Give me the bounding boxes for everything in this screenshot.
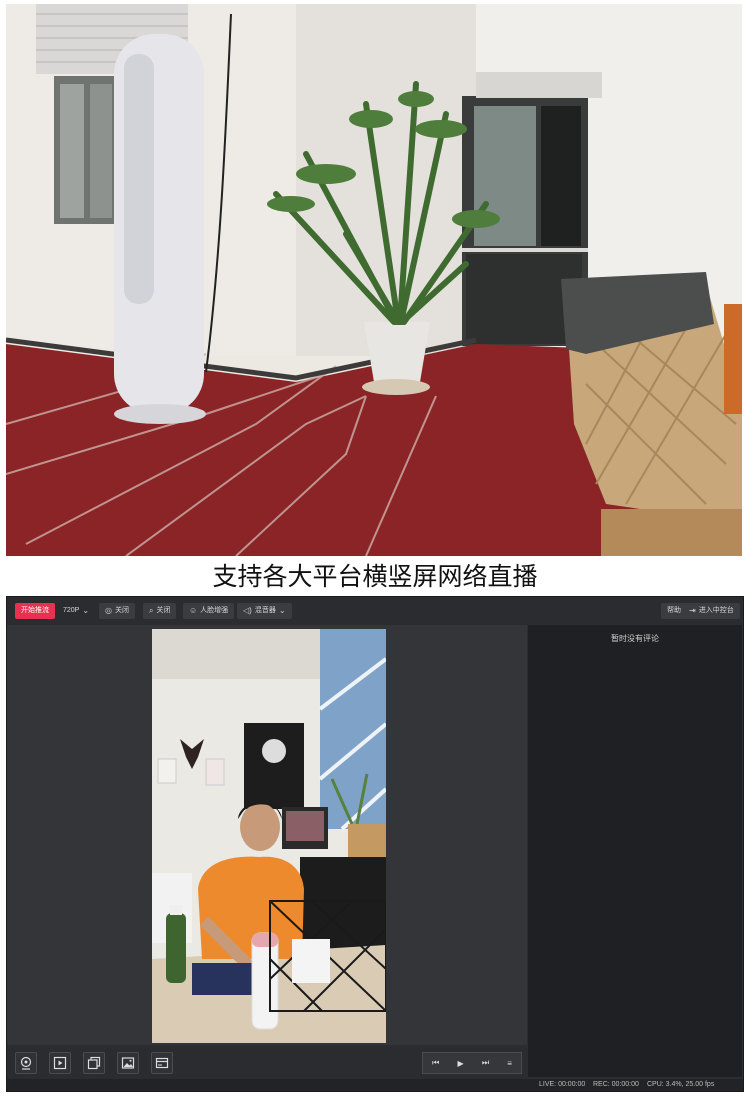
camera-icon: ◎ (105, 606, 112, 615)
empty-comments-text: 暂时没有评论 (611, 634, 659, 643)
face-enhance-button[interactable]: ☺ 人脸增强 (183, 603, 235, 619)
start-stream-button[interactable]: 开始推流 (15, 603, 55, 619)
face-icon: ☺ (189, 606, 198, 615)
comments-panel: 暂时没有评论 (528, 625, 742, 1077)
office-photo (6, 4, 742, 556)
webcam-source-button[interactable] (15, 1052, 37, 1074)
screen-source-button[interactable] (151, 1052, 173, 1074)
status-bar: LIVE: 00:00:00 REC: 00:00:00 CPU: 3.4%, … (7, 1079, 743, 1091)
window-source-button[interactable] (83, 1052, 105, 1074)
preview-area (7, 625, 527, 1045)
play-icon[interactable]: ▶ (457, 1059, 463, 1068)
menu-icon[interactable]: ≡ (507, 1059, 512, 1068)
start-stream-label: 开始推流 (21, 607, 49, 614)
exit-icon: ⇥ (689, 606, 696, 615)
search-off-button[interactable]: ⌕ 关闭 (143, 603, 177, 619)
resolution-select[interactable]: 720P ⌄ (57, 603, 95, 619)
resolution-label: 720P (63, 607, 80, 614)
chevron-down-icon: ⌄ (278, 606, 286, 615)
copy-icon (87, 1056, 101, 1070)
mixer-button[interactable]: ◁) 混音器 ⌄ (237, 603, 292, 619)
streaming-app-window: 开始推流 720P ⌄ ◎ 关闭 ⌕ 关闭 ☺ 人脸增强 ◁) 混音器 ⌄ 帮助… (6, 596, 744, 1092)
screen-icon (155, 1057, 169, 1069)
skip-back-icon[interactable]: ⏮ (432, 1058, 439, 1068)
cpu-fps: CPU: 3.4%, 25.00 fps (647, 1081, 715, 1088)
camera-preview (152, 629, 386, 1043)
caption: 支持各大平台横竖屏网络直播 (212, 562, 538, 591)
image-source-button[interactable] (117, 1052, 139, 1074)
search-icon: ⌕ (149, 606, 154, 615)
rec-timer: REC: 00:00:00 (593, 1081, 639, 1088)
face-enhance-label: 人脸增强 (200, 607, 229, 614)
mixer-label: 混音器 (254, 607, 276, 614)
enter-console-label: 进入中控台 (698, 607, 734, 614)
live-timer: LIVE: 00:00:00 (539, 1081, 586, 1088)
top-toolbar: 开始推流 720P ⌄ ◎ 关闭 ⌕ 关闭 ☺ 人脸增强 ◁) 混音器 ⌄ 帮助… (7, 597, 743, 625)
enter-console-button[interactable]: ⇥ 进入中控台 (683, 603, 740, 619)
camera-off-label: 关闭 (114, 607, 129, 614)
image-icon (121, 1057, 135, 1069)
help-label: 帮助 (667, 607, 681, 614)
source-toolbar: ⏮ ▶ ⏭ ≡ (7, 1047, 527, 1079)
media-source-button[interactable] (49, 1052, 71, 1074)
play-square-icon (53, 1056, 67, 1070)
speaker-icon: ◁) (243, 606, 252, 615)
search-off-label: 关闭 (156, 607, 171, 614)
camera-off-button[interactable]: ◎ 关闭 (99, 603, 135, 619)
webcam-icon (20, 1056, 32, 1070)
skip-forward-icon[interactable]: ⏭ (482, 1058, 489, 1068)
playback-controls: ⏮ ▶ ⏭ ≡ (422, 1052, 522, 1074)
chevron-down-icon: ⌄ (82, 606, 90, 615)
